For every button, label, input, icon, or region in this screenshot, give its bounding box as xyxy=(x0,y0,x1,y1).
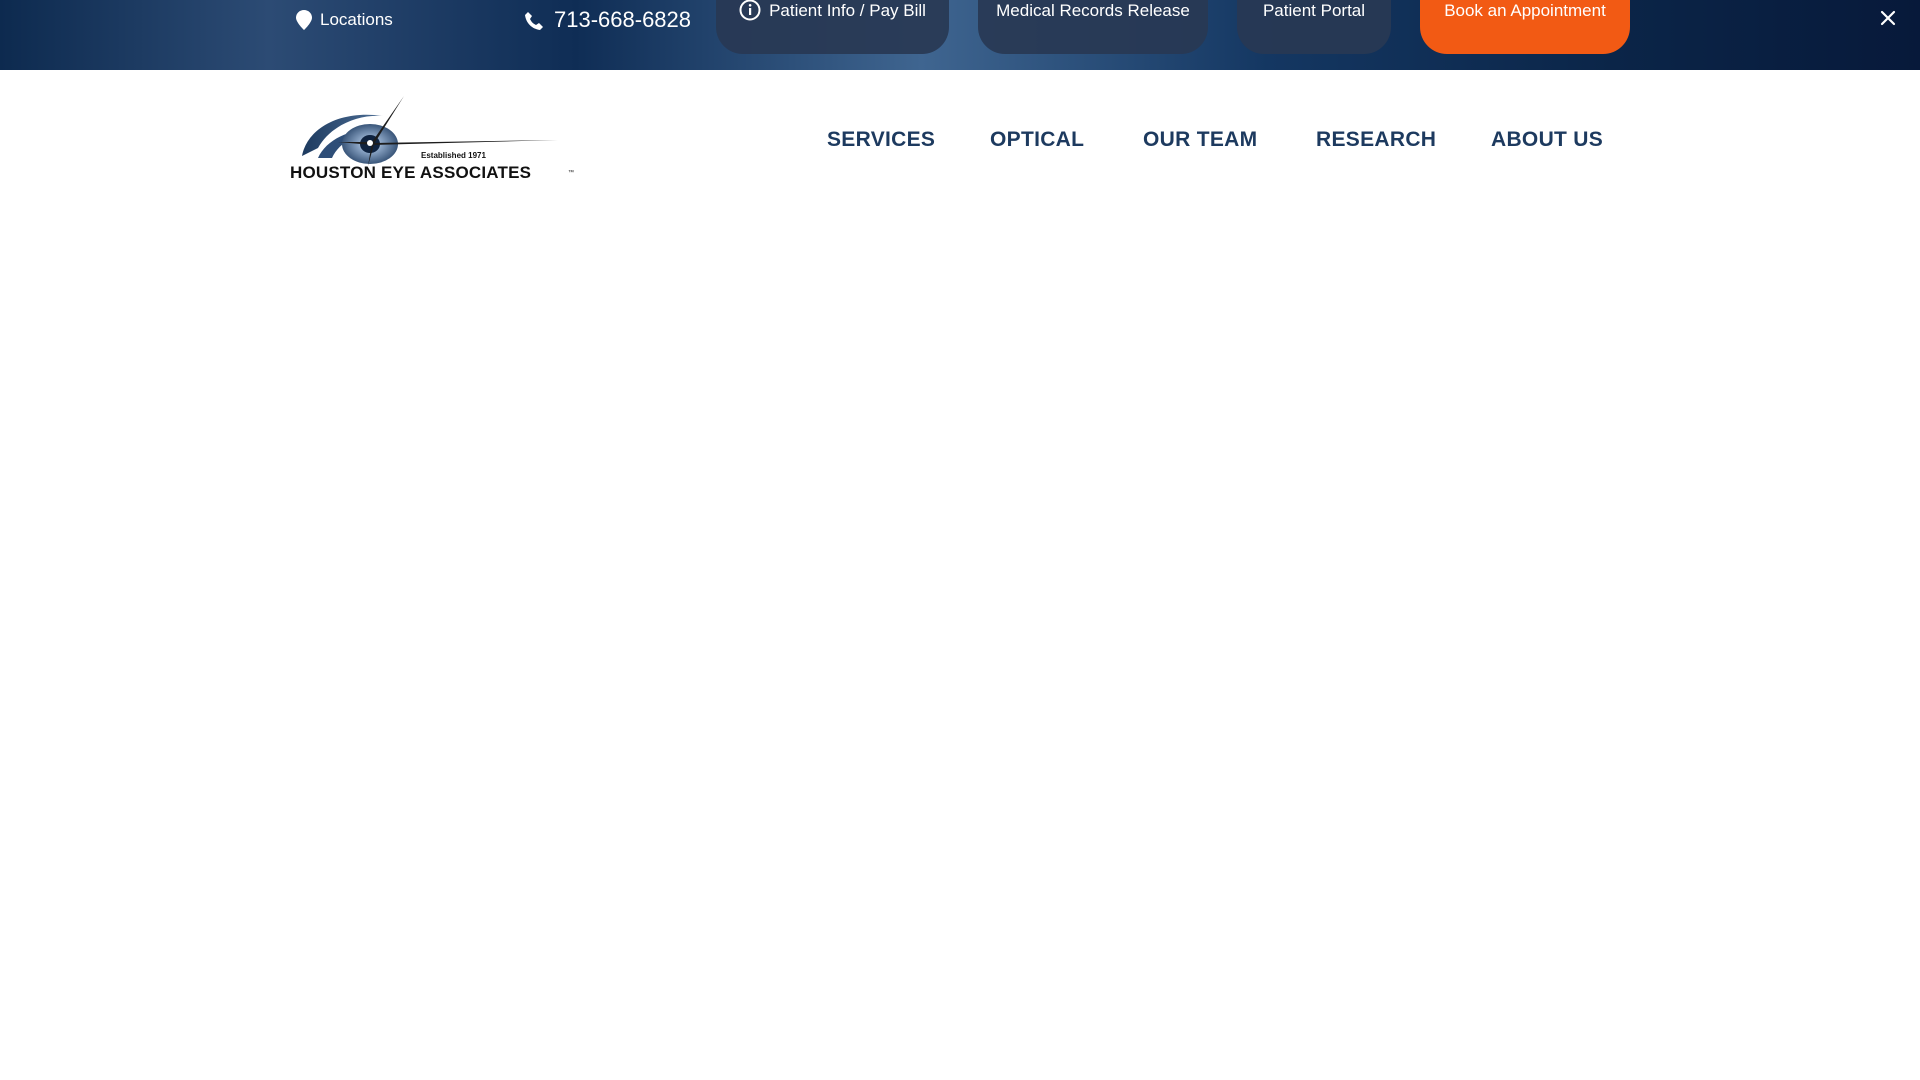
nav-our-team[interactable]: OUR TEAM xyxy=(1143,128,1257,152)
locations-link[interactable]: Locations xyxy=(296,0,393,40)
page-content-area xyxy=(0,200,1920,1080)
phone-link[interactable]: 713-668-6828 xyxy=(524,0,691,40)
medical-records-button[interactable]: Medical Records Release xyxy=(978,0,1208,54)
nav-about-us[interactable]: ABOUT US xyxy=(1491,128,1603,152)
phone-icon xyxy=(524,7,544,33)
close-icon xyxy=(1880,9,1896,27)
nav-research[interactable]: RESEARCH xyxy=(1316,128,1436,152)
locations-label: Locations xyxy=(320,10,393,29)
nav-services[interactable]: SERVICES xyxy=(827,128,935,152)
logo-wordmark: HOUSTON EYE ASSOCIATES xyxy=(290,163,531,182)
logo-eye-graphic: Established 1971 HOUSTON EYE ASSOCIATES … xyxy=(290,96,574,182)
site-logo[interactable]: Established 1971 HOUSTON EYE ASSOCIATES … xyxy=(288,96,578,182)
logo-trademark: ™ xyxy=(568,169,574,176)
patient-portal-label: Patient Portal xyxy=(1262,1,1366,20)
top-utility-bar-inner: Locations 713-668-6828 Patient Info / Pa… xyxy=(0,0,1920,70)
info-icon xyxy=(739,0,761,21)
nav-optical[interactable]: OPTICAL xyxy=(990,128,1084,152)
medical-records-label: Medical Records Release xyxy=(996,1,1190,20)
book-appointment-button[interactable]: Book an Appointment xyxy=(1420,0,1630,54)
book-appointment-label: Book an Appointment xyxy=(1444,1,1606,20)
patient-info-button[interactable]: Patient Info / Pay Bill xyxy=(716,0,949,54)
close-button[interactable] xyxy=(1876,6,1900,30)
logo-established-text: Established 1971 xyxy=(421,151,486,160)
site-header: Established 1971 HOUSTON EYE ASSOCIATES … xyxy=(0,70,1920,200)
patient-portal-button[interactable]: Patient Portal xyxy=(1237,0,1391,54)
map-pin-icon xyxy=(296,10,312,31)
patient-info-label: Patient Info / Pay Bill xyxy=(769,1,926,20)
top-utility-bar: Locations 713-668-6828 Patient Info / Pa… xyxy=(0,0,1920,70)
phone-number: 713-668-6828 xyxy=(554,7,692,32)
